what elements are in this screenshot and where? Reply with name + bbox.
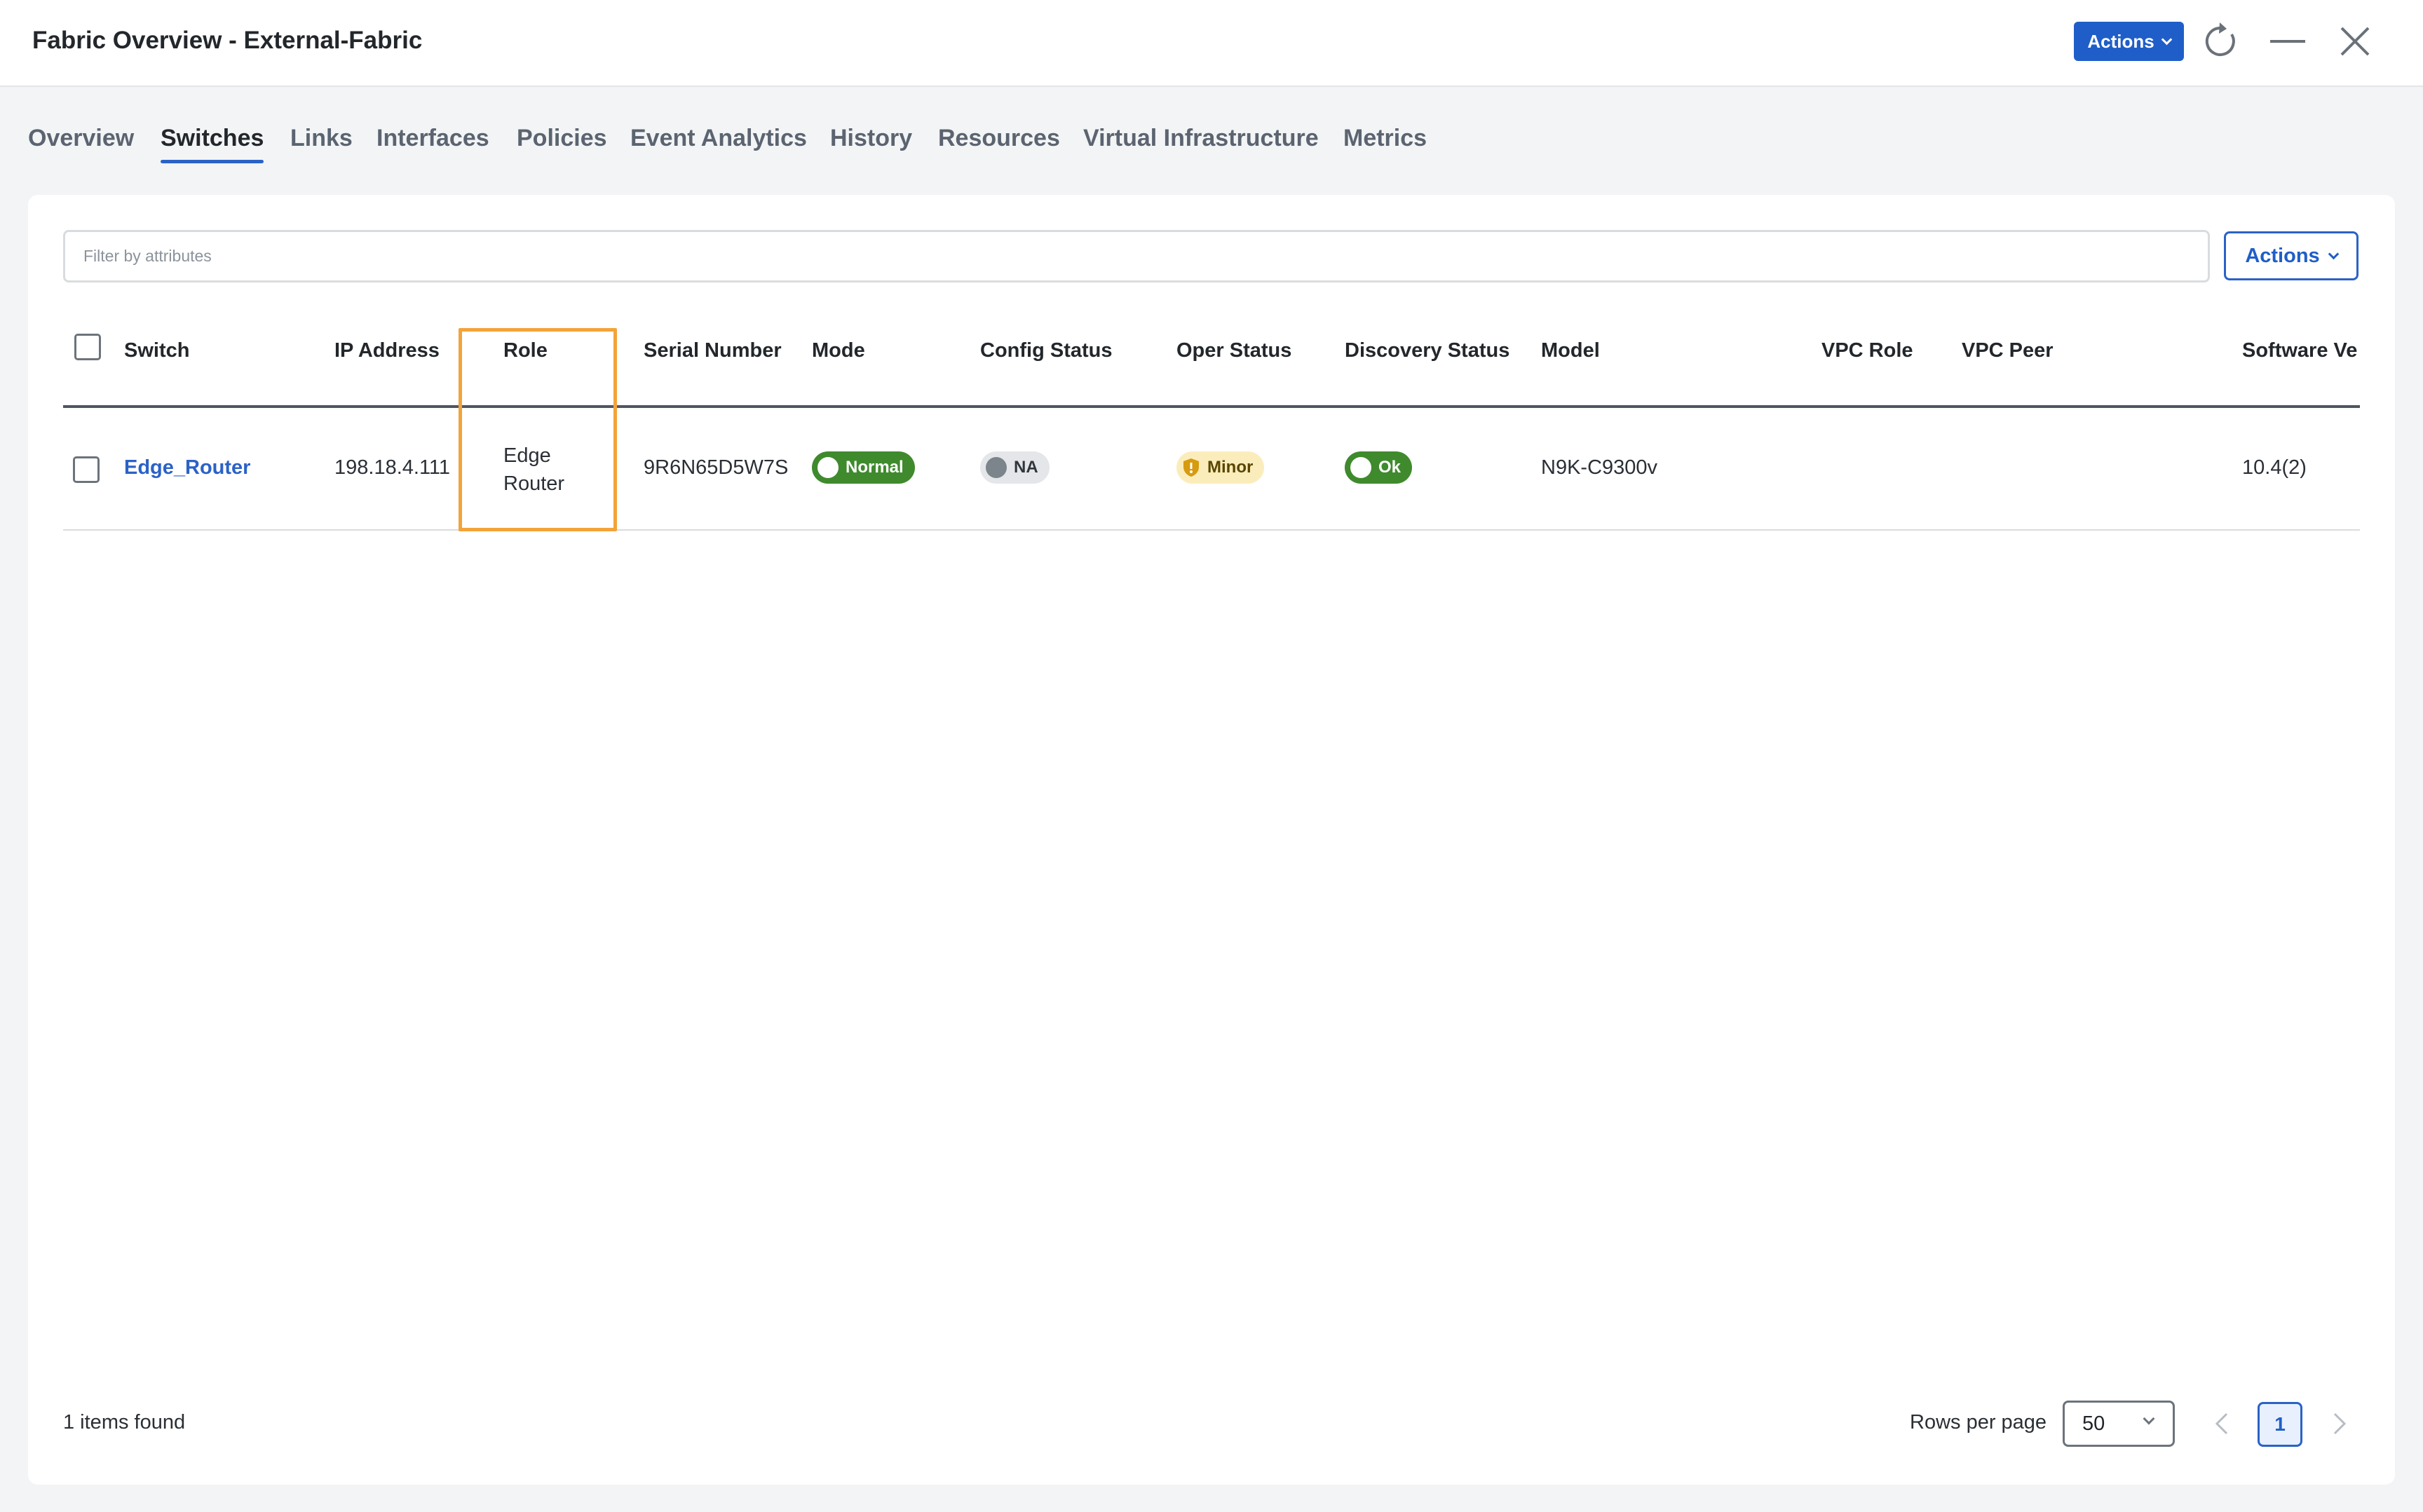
chevron-down-icon <box>2143 1412 2155 1425</box>
window-header: Fabric Overview - External-Fabric Action… <box>0 0 2423 87</box>
config-status-label: NA <box>1014 458 1038 477</box>
mode-badge: Normal <box>812 451 915 484</box>
status-dot-icon <box>986 457 1007 478</box>
refresh-icon[interactable] <box>2199 20 2242 63</box>
tab-bar: Overview Switches Links Interfaces Polic… <box>0 87 2423 193</box>
filter-placeholder: Filter by attributes <box>83 247 212 265</box>
config-status-badge: NA <box>980 451 1050 484</box>
tab-switches[interactable]: Switches <box>161 125 264 163</box>
oper-status-badge: Minor <box>1176 451 1265 484</box>
tab-virtual-infrastructure[interactable]: Virtual Infrastructure <box>1083 125 1319 152</box>
rows-per-page-value: 50 <box>2082 1412 2105 1435</box>
select-all-checkbox[interactable] <box>74 334 101 360</box>
next-page-icon[interactable] <box>2325 1408 2353 1439</box>
header-actions-button[interactable]: Actions <box>2074 22 2184 61</box>
close-icon[interactable] <box>2333 20 2377 63</box>
header-divider <box>63 405 2360 408</box>
tab-history[interactable]: History <box>830 125 912 152</box>
column-header-oper-status[interactable]: Oper Status <box>1176 339 1291 362</box>
software-version-cell: 10.4(2) <box>2242 456 2307 479</box>
header-actions-label: Actions <box>2087 30 2154 52</box>
tab-resources[interactable]: Resources <box>938 125 1060 152</box>
column-header-config-status[interactable]: Config Status <box>980 339 1113 362</box>
column-header-vpc-role[interactable]: VPC Role <box>1821 339 1913 362</box>
ip-address-cell: 198.18.4.111 <box>334 456 451 479</box>
page-number-button[interactable]: 1 <box>2258 1402 2302 1447</box>
table-actions-button[interactable]: Actions <box>2224 231 2358 280</box>
column-header-mode[interactable]: Mode <box>812 339 865 362</box>
rows-per-page-label: Rows per page <box>1910 1411 2047 1433</box>
items-found-count: 1 items found <box>63 1411 186 1433</box>
row-checkbox[interactable] <box>73 456 100 483</box>
column-header-discovery-status[interactable]: Discovery Status <box>1345 339 1509 362</box>
row-divider <box>63 529 2360 531</box>
column-header-vpc-peer[interactable]: VPC Peer <box>1962 339 2054 362</box>
rows-per-page-select[interactable]: 50 <box>2063 1401 2175 1447</box>
role-column-highlight <box>459 328 617 531</box>
switches-panel: Filter by attributes Actions Switch IP A… <box>28 195 2395 1485</box>
mode-label: Normal <box>846 458 904 477</box>
tab-overview[interactable]: Overview <box>28 125 134 152</box>
tab-metrics[interactable]: Metrics <box>1343 125 1427 152</box>
chevron-down-icon <box>2328 248 2339 259</box>
oper-status-label: Minor <box>1207 458 1254 477</box>
column-header-ip-address[interactable]: IP Address <box>334 339 440 362</box>
toggle-dot-icon <box>817 457 839 478</box>
column-header-switch[interactable]: Switch <box>124 339 189 362</box>
discovery-status-badge: Ok <box>1345 451 1413 484</box>
serial-number-cell: 9R6N65D5W7S <box>644 456 789 479</box>
tab-interfaces[interactable]: Interfaces <box>376 125 489 152</box>
column-header-software-version[interactable]: Software Ve <box>2242 339 2357 362</box>
toggle-dot-icon <box>1350 457 1371 478</box>
filter-input[interactable]: Filter by attributes <box>63 230 2210 282</box>
column-header-serial-number[interactable]: Serial Number <box>644 339 782 362</box>
previous-page-icon[interactable] <box>2208 1408 2237 1439</box>
tab-links[interactable]: Links <box>290 125 353 152</box>
model-cell: N9K-C9300v <box>1541 456 1658 479</box>
tab-policies[interactable]: Policies <box>517 125 607 152</box>
discovery-status-label: Ok <box>1378 458 1401 477</box>
chevron-down-icon <box>2161 34 2172 45</box>
window-title: Fabric Overview - External-Fabric <box>32 27 423 54</box>
tab-event-analytics[interactable]: Event Analytics <box>630 125 807 152</box>
shield-warning-icon <box>1183 458 1199 477</box>
column-header-model[interactable]: Model <box>1541 339 1600 362</box>
table-actions-label: Actions <box>2245 244 2320 267</box>
switch-name-link[interactable]: Edge_Router <box>124 456 250 479</box>
minimize-icon[interactable] <box>2266 20 2309 63</box>
